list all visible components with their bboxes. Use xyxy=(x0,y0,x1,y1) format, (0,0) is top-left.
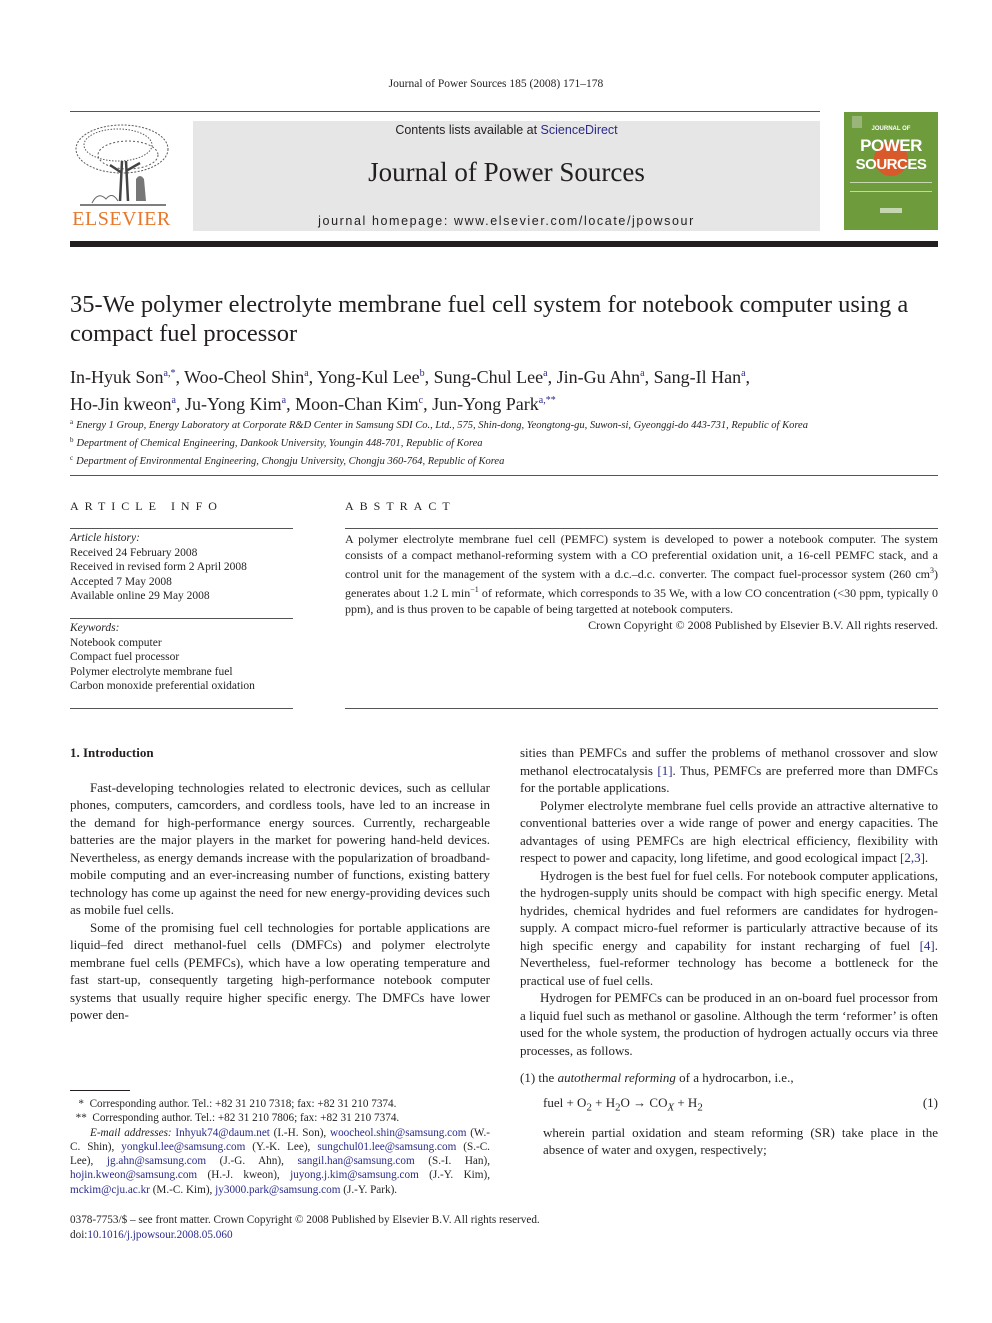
history-label: Article history: xyxy=(70,532,140,544)
body-column-left: 1. Introduction Fast-developing technolo… xyxy=(70,744,490,1024)
footnotes: * Corresponding author. Tel.: +82 31 210… xyxy=(70,1097,490,1197)
affiliations: a Energy 1 Group, Energy Laboratory at Co… xyxy=(70,415,940,469)
author: Woo-Cheol Shina, xyxy=(184,367,317,387)
citation-link[interactable]: [1] xyxy=(657,763,672,778)
email-link[interactable]: sungchul01.lee@samsung.com xyxy=(317,1141,456,1153)
keyword: Notebook computer xyxy=(70,636,162,649)
email-link[interactable]: Inhyuk74@daum.net xyxy=(175,1127,270,1139)
author-list: In-Hyuk Sona,*, Woo-Cheol Shina, Yong-Ku… xyxy=(70,362,940,416)
running-head: Journal of Power Sources 185 (2008) 171–… xyxy=(388,78,604,90)
article-title: 35-We polymer electrolyte membrane fuel … xyxy=(70,291,909,347)
body-column-right: sities than PEMFCs and suffer the proble… xyxy=(520,744,938,1159)
journal-homepage[interactable]: journal homepage: www.elsevier.com/locat… xyxy=(193,214,820,228)
citation-link[interactable]: [2,3] xyxy=(900,850,925,865)
history-item: Received 24 February 2008 xyxy=(70,546,198,559)
affiliation: c Department of Environmental Engineering… xyxy=(70,454,505,467)
article-history: Article history: Received 24 February 20… xyxy=(70,531,300,604)
sciencedirect-link[interactable]: ScienceDirect xyxy=(541,123,618,137)
keywords: Keywords: Notebook computer Compact fuel… xyxy=(70,621,300,694)
contents-prefix: Contents lists available at xyxy=(395,123,541,137)
journal-title: Journal of Power Sources xyxy=(368,157,645,187)
section-heading: 1. Introduction xyxy=(70,745,154,760)
list-item-continuation: wherein partial oxidation and steam refo… xyxy=(543,1124,938,1158)
contents-line: Contents lists available at ScienceDirec… xyxy=(193,123,820,137)
doi-link[interactable]: 10.1016/j.jpowsour.2008.05.060 xyxy=(87,1229,232,1241)
paragraph: Fast-developing technologies related to … xyxy=(70,779,490,918)
affiliation: b Department of Chemical Engineering, Dan… xyxy=(70,436,483,449)
author-affil-link[interactable]: a,** xyxy=(539,395,556,406)
elsevier-logo[interactable]: ELSEVIER xyxy=(70,121,173,231)
equation-number: (1) xyxy=(922,1094,938,1110)
email-link[interactable]: mckim@cju.ac.kr xyxy=(70,1184,150,1196)
cover-publisher-mark xyxy=(880,208,902,213)
author: Moon-Chan Kimc, xyxy=(295,394,433,414)
history-item: Available online 29 May 2008 xyxy=(70,590,210,603)
paragraph: Some of the promising fuel cell technolo… xyxy=(70,919,490,1023)
author: Jun-Yong Parka,** xyxy=(432,394,556,414)
author: Sang-Il Hana, xyxy=(653,367,751,387)
keywords-label: Keywords: xyxy=(70,622,120,634)
doi-line: doi:10.1016/j.jpowsour.2008.05.060 xyxy=(70,1229,233,1241)
divider xyxy=(70,528,293,529)
paragraph: Hydrogen for PEMFCs can be produced in a… xyxy=(520,990,938,1058)
header-rule xyxy=(70,111,820,112)
paragraph: sities than PEMFCs and suffer the proble… xyxy=(520,745,938,795)
paragraph: Hydrogen is the best fuel for fuel cells… xyxy=(520,867,938,988)
cover-sources: SOURCES xyxy=(855,156,927,173)
email-link[interactable]: yongkul.lee@samsung.com xyxy=(121,1141,245,1153)
article-info-heading: ARTICLE INFO xyxy=(70,499,223,513)
email-link[interactable]: jg.ahn@samsung.com xyxy=(107,1155,206,1167)
email-addresses: E-mail addresses: Inhyuk74@daum.net (I.-… xyxy=(70,1126,490,1196)
author-affil-link[interactable]: a,* xyxy=(164,368,176,379)
divider xyxy=(70,708,293,709)
author: Sung-Chul Leea, xyxy=(433,367,557,387)
equation-1: fuel + O2 + H2O → COX + H2 (1) xyxy=(543,1094,938,1117)
author: Ho-Jin kweona, xyxy=(70,394,185,414)
cover-journal-of: JOURNAL OF xyxy=(871,126,911,132)
elsevier-tree-icon xyxy=(75,124,169,206)
keyword: Carbon monoxide preferential oxidation xyxy=(70,680,255,693)
author: In-Hyuk Sona,*, xyxy=(70,367,185,387)
front-matter: 0378-7753/$ – see front matter. Crown Co… xyxy=(70,1213,770,1243)
abstract-body: A polymer electrolyte membrane fuel cell… xyxy=(345,531,938,633)
header-thick-rule xyxy=(70,241,938,247)
history-item: Received in revised form 2 April 2008 xyxy=(70,561,247,574)
equation-expression: fuel + O2 + H2O → COX + H2 xyxy=(543,1094,703,1114)
keyword: Polymer electrolyte membrane fuel xyxy=(70,665,233,678)
cover-power: POWER xyxy=(860,136,922,155)
keyword: Compact fuel processor xyxy=(70,651,180,664)
affiliation: a Energy 1 Group, Energy Laboratory at Co… xyxy=(70,418,808,431)
divider xyxy=(345,528,938,529)
author: Jin-Gu Ahna, xyxy=(556,367,654,387)
paragraph: Polymer electrolyte membrane fuel cells … xyxy=(520,797,938,866)
abstract-copyright: Crown Copyright © 2008 Published by Else… xyxy=(588,618,938,632)
cover-description xyxy=(850,182,932,192)
process-list-item: (1) the autothermal reforming of a hydro… xyxy=(520,1070,794,1085)
elsevier-wordmark: ELSEVIER xyxy=(72,208,171,230)
email-link[interactable]: sangil.han@samsung.com xyxy=(297,1155,414,1167)
footnote-corresponding-2: ** Corresponding author. Tel.: +82 31 21… xyxy=(75,1112,400,1125)
journal-banner: Contents lists available at ScienceDirec… xyxy=(193,121,820,231)
journal-cover-thumbnail[interactable]: JOURNAL OF POWER SOURCES xyxy=(844,112,938,230)
author: Ju-Yong Kima, xyxy=(184,394,296,414)
email-link[interactable]: woocheol.shin@samsung.com xyxy=(330,1127,466,1139)
abstract-heading: ABSTRACT xyxy=(345,499,456,513)
email-link[interactable]: hojin.kweon@samsung.com xyxy=(70,1169,197,1181)
email-link[interactable]: jy3000.park@samsung.com xyxy=(215,1184,340,1196)
abstract-text: A polymer electrolyte membrane fuel cell… xyxy=(345,532,938,616)
citation-link[interactable]: [4] xyxy=(920,938,935,953)
footnote-corresponding-1: * Corresponding author. Tel.: +82 31 210… xyxy=(78,1098,397,1110)
footnote-rule xyxy=(70,1090,130,1091)
history-item: Accepted 7 May 2008 xyxy=(70,575,172,588)
divider xyxy=(345,708,938,709)
email-link[interactable]: juyong.j.kim@samsung.com xyxy=(290,1169,419,1181)
section-divider xyxy=(70,475,938,476)
author: Yong-Kul Leeb, xyxy=(317,367,434,387)
issn-copyright-line: 0378-7753/$ – see front matter. Crown Co… xyxy=(70,1214,540,1226)
divider xyxy=(70,618,293,619)
